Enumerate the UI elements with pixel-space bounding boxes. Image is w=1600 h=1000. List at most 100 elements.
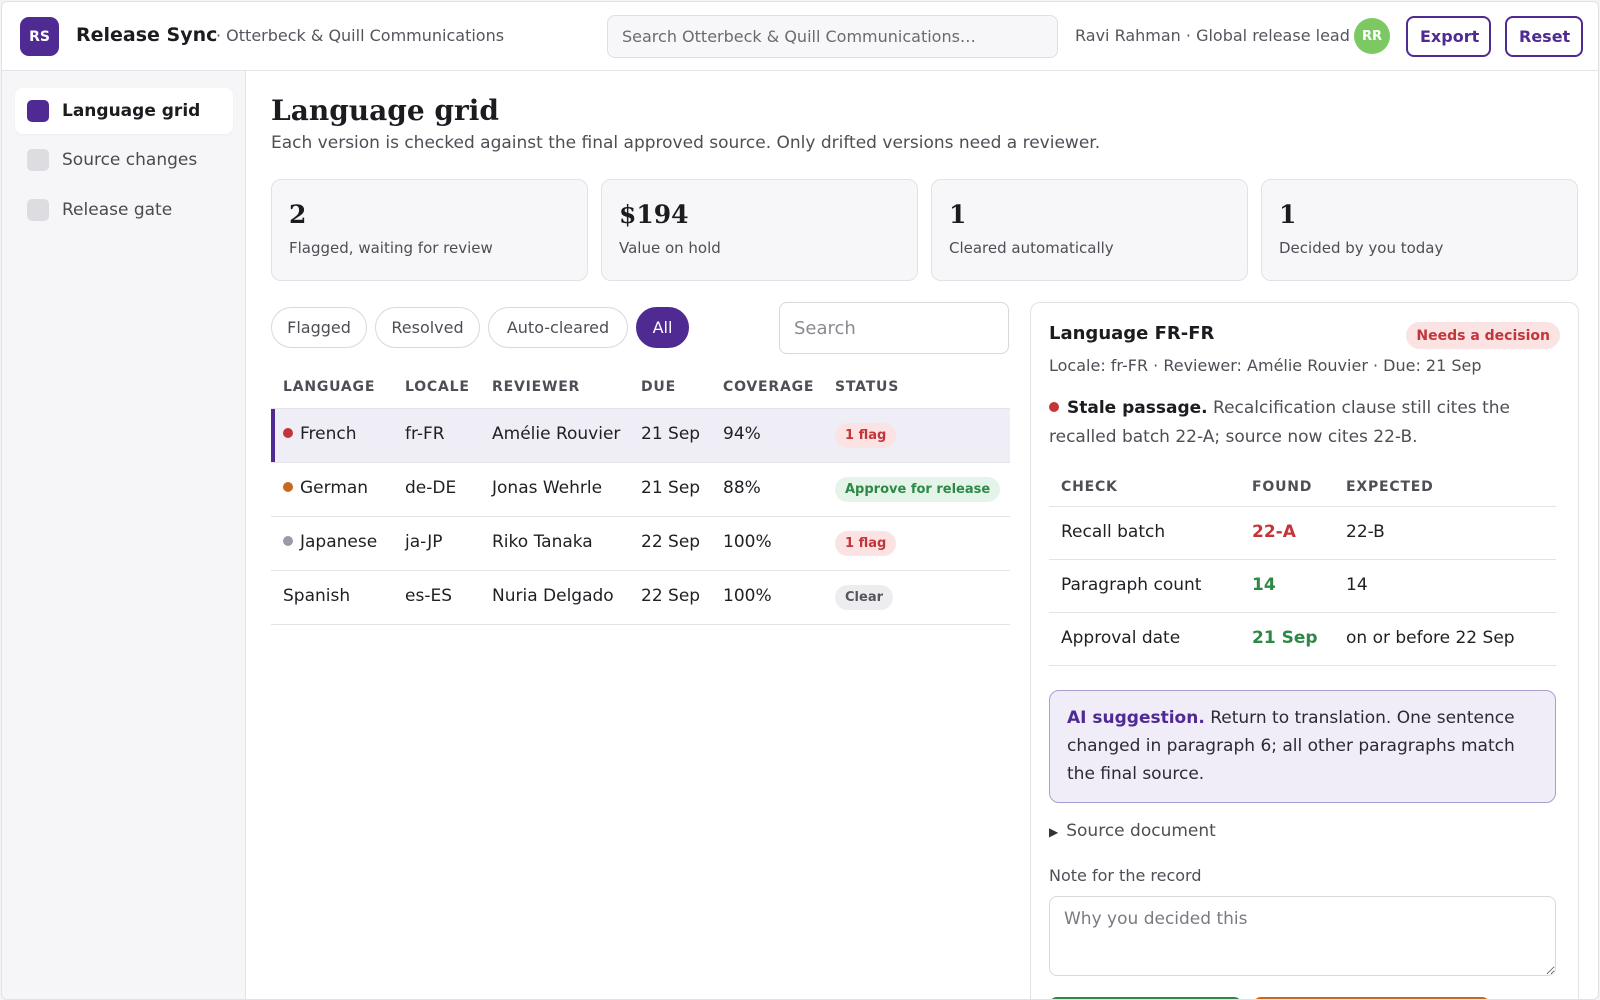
status-dot xyxy=(283,482,293,492)
language-name: French xyxy=(300,424,357,444)
language-name: Japanese xyxy=(300,532,378,552)
language-cell: Japanese xyxy=(283,532,377,552)
check-row: Approval date 21 Sep on or before 22 Sep xyxy=(1049,613,1556,666)
language-cell: French xyxy=(283,424,357,444)
status-dot xyxy=(283,536,293,546)
stat-label: Flagged, waiting for review xyxy=(289,239,493,257)
table-row[interactable]: German de-DE Jonas Wehrle 21 Sep 88% App… xyxy=(271,463,1010,517)
expected-value: 22-B xyxy=(1346,522,1385,542)
table-header: LANGUAGE LOCALE REVIEWER DUE COVERAGE ST… xyxy=(271,367,1010,409)
export-button[interactable]: Export xyxy=(1406,16,1491,57)
check-table-header: CHECK FOUND EXPECTED xyxy=(1049,465,1556,507)
sidebar-item-source-changes[interactable]: Source changes xyxy=(15,137,233,183)
triangle-right-icon: ▶ xyxy=(1049,825,1059,839)
stat-card-flagged: 2 Flagged, waiting for review xyxy=(271,179,588,281)
sidebar-item-release-gate[interactable]: Release gate xyxy=(15,187,233,233)
check-name: Recall batch xyxy=(1061,522,1166,542)
stat-card-value-on-hold: $194 Value on hold xyxy=(601,179,918,281)
locale-cell: ja-JP xyxy=(405,532,443,552)
coverage-cell: 100% xyxy=(723,532,772,552)
stat-value: $194 xyxy=(619,200,689,229)
table-row[interactable]: Japanese ja-JP Riko Tanaka 22 Sep 100% 1… xyxy=(271,517,1010,571)
app-logo: RS xyxy=(20,17,59,56)
table-row[interactable]: Spanish es-ES Nuria Delgado 22 Sep 100% … xyxy=(271,571,1010,625)
expected-value: on or before 22 Sep xyxy=(1346,628,1515,648)
due-cell: 21 Sep xyxy=(641,478,701,498)
status-badge: Clear xyxy=(835,585,893,610)
sidebar-item-label: Release gate xyxy=(62,200,173,220)
stat-label: Decided by you today xyxy=(1279,239,1444,257)
column-header[interactable]: LOCALE xyxy=(405,379,470,395)
reviewer-cell: Jonas Wehrle xyxy=(492,478,603,498)
filter-all[interactable]: All xyxy=(636,307,689,348)
language-cell: Spanish xyxy=(283,586,350,606)
stat-card-decided: 1 Decided by you today xyxy=(1261,179,1578,281)
page-title: Language grid xyxy=(271,94,499,127)
found-value: 14 xyxy=(1252,575,1276,595)
note-textarea[interactable] xyxy=(1049,896,1556,976)
table-search-input[interactable] xyxy=(779,302,1009,354)
coverage-cell: 94% xyxy=(723,424,761,444)
coverage-cell: 88% xyxy=(723,478,761,498)
check-name: Paragraph count xyxy=(1061,575,1202,595)
detail-panel: Language FR-FR Needs a decision Locale: … xyxy=(1030,302,1579,999)
status-badge: Needs a decision xyxy=(1406,322,1560,349)
due-cell: 22 Sep xyxy=(641,532,701,552)
filter-auto-cleared[interactable]: Auto-cleared xyxy=(488,307,628,348)
sidebar: Language grid Source changes Release gat… xyxy=(2,71,246,999)
due-cell: 22 Sep xyxy=(641,586,701,606)
column-header[interactable]: LANGUAGE xyxy=(283,379,375,395)
note-label: Note for the record xyxy=(1049,866,1202,885)
filter-resolved[interactable]: Resolved xyxy=(375,307,480,348)
locale-cell: es-ES xyxy=(405,586,452,606)
drift-warning: Stale passage. Recalcification clause st… xyxy=(1049,394,1549,452)
locale-cell: fr-FR xyxy=(405,424,445,444)
app-window: RS Release Sync · Otterbeck & Quill Comm… xyxy=(1,1,1599,1000)
detail-meta: Locale: fr-FR · Reviewer: Amélie Rouvier… xyxy=(1049,356,1482,375)
language-cell: German xyxy=(283,478,368,498)
stat-value: 1 xyxy=(949,200,967,229)
avatar[interactable]: RR xyxy=(1354,18,1390,54)
warning-title: Stale passage. xyxy=(1067,398,1208,418)
found-value: 21 Sep xyxy=(1252,628,1318,648)
release-gate-icon xyxy=(27,199,49,221)
check-row: Paragraph count 14 14 xyxy=(1049,560,1556,613)
language-name: German xyxy=(300,478,369,498)
language-table: LANGUAGE LOCALE REVIEWER DUE COVERAGE ST… xyxy=(271,367,1010,625)
column-header[interactable]: STATUS xyxy=(835,379,899,395)
stat-value: 1 xyxy=(1279,200,1297,229)
source-document-toggle[interactable]: ▶ Source document xyxy=(1049,821,1216,841)
check-table: CHECK FOUND EXPECTED Recall batch 22-A 2… xyxy=(1049,465,1556,666)
language-name: Spanish xyxy=(283,586,351,606)
reviewer-cell: Amélie Rouvier xyxy=(492,424,621,444)
sidebar-item-label: Source changes xyxy=(62,150,198,170)
sidebar-item-language-grid[interactable]: Language grid xyxy=(15,88,233,134)
column-header: CHECK xyxy=(1061,479,1118,495)
column-header: EXPECTED xyxy=(1346,479,1434,495)
app-title: Release Sync xyxy=(76,24,218,46)
user-label: Ravi Rahman · Global release lead xyxy=(1075,26,1350,45)
source-changes-icon xyxy=(27,149,49,171)
check-row: Recall batch 22-A 22-B xyxy=(1049,507,1556,560)
due-cell: 21 Sep xyxy=(641,424,701,444)
stat-label: Value on hold xyxy=(619,239,721,257)
reset-button[interactable]: Reset xyxy=(1505,16,1583,57)
filter-flagged[interactable]: Flagged xyxy=(271,307,367,348)
column-header[interactable]: DUE xyxy=(641,379,676,395)
stat-label: Cleared automatically xyxy=(949,239,1114,257)
warning-dot-icon xyxy=(1049,402,1059,412)
stat-value: 2 xyxy=(289,200,307,229)
status-badge: Approve for release xyxy=(835,477,1001,502)
column-header[interactable]: COVERAGE xyxy=(723,379,814,395)
stat-card-cleared: 1 Cleared automatically xyxy=(931,179,1248,281)
found-value: 22-A xyxy=(1252,522,1296,542)
global-search-input[interactable] xyxy=(607,15,1058,58)
column-header: FOUND xyxy=(1252,479,1313,495)
ai-suggestion: AI suggestion. Return to translation. On… xyxy=(1049,690,1556,803)
table-row[interactable]: French fr-FR Amélie Rouvier 21 Sep 94% 1… xyxy=(271,409,1010,463)
column-header[interactable]: REVIEWER xyxy=(492,379,580,395)
detail-title: Language FR-FR xyxy=(1049,323,1215,344)
locale-cell: de-DE xyxy=(405,478,457,498)
sidebar-item-label: Language grid xyxy=(62,101,201,121)
reviewer-cell: Nuria Delgado xyxy=(492,586,614,606)
